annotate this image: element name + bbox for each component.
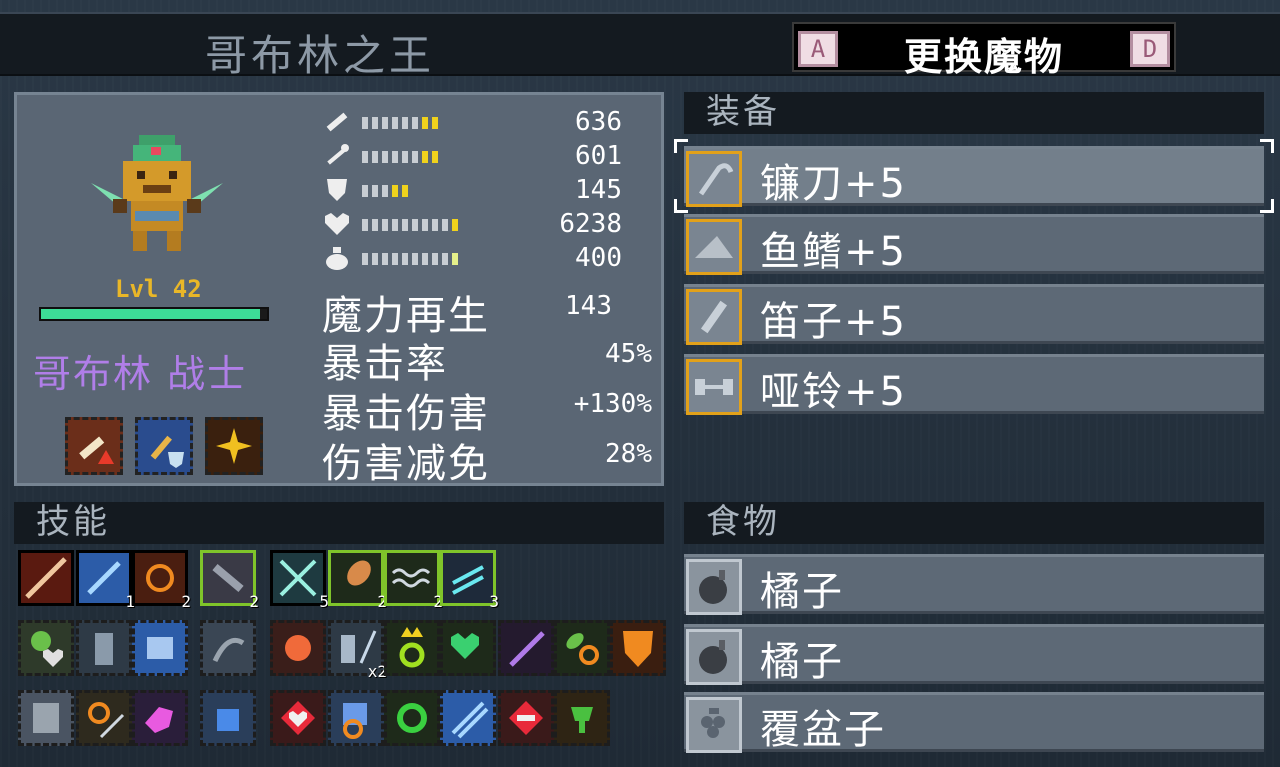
- skill-red-heart-icon[interactable]: [270, 690, 326, 746]
- equipment-label: 鱼鳍+5: [760, 229, 907, 275]
- food-header: 食物: [684, 502, 1264, 544]
- damage-reduction-label: 伤害减免: [322, 441, 490, 487]
- bomb-fruit-icon: [686, 559, 742, 615]
- health-value: 6238: [559, 209, 622, 239]
- scythe-icon: [686, 151, 742, 207]
- skill-club-icon[interactable]: 2: [328, 550, 387, 611]
- attack-value: 636: [575, 107, 622, 137]
- defense-value: 145: [575, 175, 622, 205]
- equipment-slot-2[interactable]: 鱼鳍+5: [684, 214, 1264, 275]
- food-slot-1[interactable]: 橘子: [684, 554, 1264, 615]
- passive-icons: [65, 417, 263, 475]
- stat-mana: 400: [322, 243, 622, 273]
- skill-purple-sword-icon[interactable]: [498, 620, 554, 676]
- stat-attack: 636: [322, 107, 622, 137]
- skill-snake-cup-icon[interactable]: [554, 690, 610, 746]
- skill-fire-beast-icon[interactable]: [270, 620, 326, 676]
- bomb-fruit-icon: [686, 629, 742, 685]
- magic-value: 601: [575, 141, 622, 171]
- equipment-label: 笛子+5: [760, 299, 907, 345]
- skill-target-icon[interactable]: 2: [132, 550, 191, 611]
- mana-value: 400: [575, 243, 622, 273]
- damage-reduction-value: 28%: [605, 439, 652, 469]
- health-bar: [39, 307, 269, 321]
- attack-up-icon[interactable]: [65, 417, 123, 475]
- skill-sword-icon[interactable]: 2: [200, 550, 259, 611]
- stat-magic: 601: [322, 141, 622, 171]
- monster-species: 哥布林 战士: [33, 352, 248, 396]
- defense-up-icon[interactable]: [135, 417, 193, 475]
- skill-scroll-icon[interactable]: [18, 690, 74, 746]
- food-label: 橘子: [760, 569, 844, 615]
- equipment-slot-3[interactable]: 笛子+5: [684, 284, 1264, 345]
- skill-blue-strike-icon[interactable]: 1: [76, 550, 135, 611]
- shield-icon: [327, 179, 347, 201]
- fin-icon: [686, 219, 742, 275]
- food-slot-3[interactable]: 覆盆子: [684, 692, 1264, 753]
- stat-crit-damage: 暴击伤害 +130%: [322, 381, 652, 437]
- selection-corner: [1260, 199, 1274, 213]
- food-label: 覆盆子: [760, 707, 886, 753]
- monster-stats-panel: Lvl 42 哥布林 战士 636 601 145 6238 400 魔力再生 …: [14, 92, 664, 487]
- skill-blue-fist-icon[interactable]: [200, 690, 256, 746]
- title-bar: 哥布林之王 A 更换魔物 D: [0, 12, 1280, 80]
- skill-green-ring-icon[interactable]: [384, 690, 440, 746]
- skill-wave-icon[interactable]: 2: [384, 550, 443, 611]
- skill-ice-slash-icon[interactable]: 3: [440, 550, 499, 611]
- heart-icon: [325, 213, 349, 235]
- sparkle-buff-icon[interactable]: [205, 417, 263, 475]
- skill-slash-icon[interactable]: [18, 550, 74, 606]
- change-monster-label[interactable]: 更换魔物: [794, 26, 1174, 81]
- monster-name-title: 哥布林之王: [205, 31, 436, 80]
- wand-icon: [327, 144, 349, 165]
- skill-gauntlet-icon[interactable]: [132, 620, 188, 676]
- flute-icon: [686, 289, 742, 345]
- skill-red-gem-icon[interactable]: [498, 690, 554, 746]
- stat-crit-rate: 暴击率 45%: [322, 331, 652, 387]
- stat-damage-reduction: 伤害减免 28%: [322, 431, 652, 487]
- skill-green-heart-icon[interactable]: [440, 620, 496, 676]
- selection-corner: [1260, 139, 1274, 153]
- stat-mana-regen: 魔力再生 143: [322, 283, 652, 339]
- skill-orange-shield-icon[interactable]: [610, 620, 666, 676]
- key-d-button[interactable]: D: [1130, 31, 1170, 67]
- crit-damage-value: +130%: [573, 389, 652, 419]
- equipment-header: 装备: [684, 92, 1264, 134]
- skill-blue-gear-icon[interactable]: [328, 690, 384, 746]
- skill-army-icon[interactable]: x2: [328, 620, 387, 681]
- change-monster-control[interactable]: A 更换魔物 D: [792, 22, 1176, 79]
- equipment-slot-1[interactable]: 镰刀+5: [674, 139, 1274, 213]
- raspberry-icon: [686, 697, 742, 753]
- skill-knight-icon[interactable]: [76, 620, 132, 676]
- dumbbell-icon: [686, 359, 742, 415]
- potion-icon: [326, 247, 348, 270]
- health-bar-fill: [41, 309, 261, 319]
- equipment-label: 哑铃+5: [760, 369, 907, 415]
- skill-blue-claw-icon[interactable]: [440, 690, 496, 746]
- equipment-label: 镰刀+5: [760, 161, 907, 207]
- skill-gear-sword-icon[interactable]: [76, 690, 132, 746]
- skill-goblin-heart-icon[interactable]: [18, 620, 74, 676]
- crit-rate-value: 45%: [605, 339, 652, 369]
- stat-health: 6238: [322, 209, 622, 239]
- equipment-slot-4[interactable]: 哑铃+5: [684, 354, 1264, 415]
- food-slot-2[interactable]: 橘子: [684, 624, 1264, 685]
- skill-leaf-gear-icon[interactable]: [554, 620, 610, 676]
- skill-crown-ring-icon[interactable]: [384, 620, 440, 676]
- skill-pink-hand-icon[interactable]: [132, 690, 188, 746]
- skills-header: 技能: [14, 502, 664, 544]
- skill-cross-slash-icon[interactable]: 5: [270, 550, 329, 611]
- monster-level: Lvl 42: [115, 275, 202, 303]
- mana-regen-value: 143: [565, 291, 612, 321]
- skill-claw-icon[interactable]: [200, 620, 256, 676]
- goblin-king-portrait: [91, 135, 223, 251]
- food-label: 橘子: [760, 639, 844, 685]
- stat-defense: 145: [322, 175, 622, 205]
- sword-icon: [326, 112, 348, 132]
